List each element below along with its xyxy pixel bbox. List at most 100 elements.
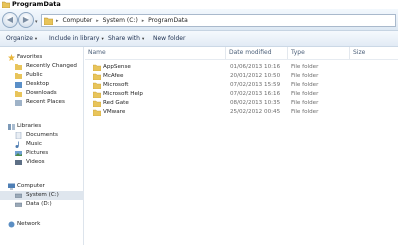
breadcrumb-computer[interactable]: Computer	[62, 17, 92, 24]
column-header-label: Name	[88, 49, 106, 56]
file-type: File folder	[291, 64, 319, 70]
sidebar-item-videos[interactable]: Videos	[0, 158, 84, 167]
table-row[interactable]: VMware 25/02/2012 00:45 File folder	[85, 108, 398, 117]
column-header-size[interactable]: Size	[350, 47, 398, 59]
folder-icon	[93, 109, 101, 116]
sidebar-item-network[interactable]: Network	[0, 220, 84, 229]
file-type: File folder	[291, 100, 319, 106]
folder-icon	[15, 64, 22, 70]
share-with-button[interactable]: Share with ▾	[108, 31, 144, 48]
folder-icon	[93, 73, 101, 80]
navigation-bar: ◀ ▶ ▾ ▸ Computer ▸ System (C:) ▸ Program…	[0, 9, 398, 31]
back-button[interactable]: ◀	[2, 12, 18, 28]
table-row[interactable]: Red Gate 08/02/2013 10:35 File folder	[85, 99, 398, 108]
star-icon	[8, 54, 15, 61]
share-with-label: Share with	[108, 35, 140, 42]
sidebar-item-recently-changed[interactable]: Recently Changed	[0, 62, 84, 71]
file-name: Red Gate	[103, 100, 129, 106]
folder-icon	[15, 73, 22, 79]
recent-pages-dropdown-icon[interactable]: ▾	[35, 19, 38, 25]
hard-drive-icon	[15, 193, 22, 198]
network-icon	[8, 221, 15, 228]
back-arrow-icon: ◀	[6, 15, 14, 24]
chevron-down-icon: ▾	[141, 37, 145, 42]
column-header-label: Size	[353, 49, 366, 56]
forward-arrow-icon: ▶	[22, 15, 30, 24]
navigation-pane: Favorites Recently Changed Public Deskto…	[0, 47, 84, 245]
include-in-library-button[interactable]: Include in library ▾	[49, 31, 104, 48]
window-title: ProgramData	[12, 0, 61, 8]
breadcrumb-programdata[interactable]: ProgramData	[148, 17, 188, 24]
sidebar-item-data-d[interactable]: Data (D:)	[0, 200, 84, 209]
sidebar-label: Recently Changed	[26, 63, 77, 69]
organize-button[interactable]: Organize ▾	[6, 31, 37, 48]
documents-icon	[15, 132, 22, 139]
file-list: Name Date modified Type Size AppSense 01…	[85, 47, 398, 245]
column-header-date-modified[interactable]: Date modified	[226, 47, 288, 59]
libraries-icon	[8, 124, 15, 130]
sidebar-item-pictures[interactable]: Pictures	[0, 149, 84, 158]
breadcrumb-separator-icon[interactable]: ▸	[96, 18, 99, 24]
table-row[interactable]: McAfee 20/01/2012 10:50 File folder	[85, 72, 398, 81]
sidebar-label: Libraries	[17, 123, 42, 129]
file-type: File folder	[291, 73, 319, 79]
folder-icon	[2, 1, 10, 8]
sidebar-label: Downloads	[26, 90, 57, 96]
sidebar-item-downloads[interactable]: Downloads	[0, 89, 84, 98]
folder-icon	[93, 91, 101, 98]
sidebar-item-computer[interactable]: Computer	[0, 182, 84, 191]
breadcrumb-separator-icon[interactable]: ▸	[56, 18, 59, 24]
table-row[interactable]: Microsoft Help 07/02/2013 16:16 File fol…	[85, 90, 398, 99]
computer-icon	[8, 183, 15, 190]
sidebar-label: Public	[26, 72, 43, 78]
folder-icon	[44, 17, 53, 25]
sidebar-item-public[interactable]: Public	[0, 71, 84, 80]
sidebar-item-recent-places[interactable]: Recent Places	[0, 98, 84, 107]
file-type: File folder	[291, 109, 319, 115]
sidebar-label: Desktop	[26, 81, 50, 87]
sidebar-item-desktop[interactable]: Desktop	[0, 80, 84, 89]
address-bar[interactable]: ▸ Computer ▸ System (C:) ▸ ProgramData	[41, 14, 396, 27]
sidebar-item-documents[interactable]: Documents	[0, 131, 84, 140]
file-name: Microsoft Help	[103, 91, 143, 97]
column-header-label: Date modified	[229, 49, 272, 56]
chevron-down-icon: ▾	[34, 37, 38, 42]
recent-places-icon	[15, 100, 22, 106]
sidebar-label: Favorites	[17, 54, 43, 60]
organize-label: Organize	[6, 35, 33, 42]
pictures-icon	[15, 151, 22, 156]
sidebar-item-system-c[interactable]: System (C:)	[0, 191, 84, 200]
file-date: 08/02/2013 10:35	[230, 100, 281, 106]
sidebar-label: Music	[26, 141, 42, 147]
header-divider	[85, 59, 398, 60]
breadcrumb: ▸ Computer ▸ System (C:) ▸ ProgramData	[56, 15, 190, 27]
downloads-folder-icon	[15, 91, 22, 97]
new-folder-label: New folder	[153, 35, 186, 42]
column-header-type[interactable]: Type	[288, 47, 350, 59]
new-folder-button[interactable]: New folder	[153, 31, 185, 47]
forward-button[interactable]: ▶	[18, 12, 34, 28]
folder-icon	[93, 64, 101, 71]
sidebar-item-favorites[interactable]: Favorites	[0, 53, 84, 62]
file-date: 20/01/2012 10:50	[230, 73, 281, 79]
file-date: 07/02/2013 16:16	[230, 91, 281, 97]
breadcrumb-system-c[interactable]: System (C:)	[103, 17, 138, 24]
sidebar-label: Network	[17, 221, 41, 227]
file-type: File folder	[291, 91, 319, 97]
command-bar: Organize ▾ Include in library ▾ Share with…	[0, 31, 398, 47]
sidebar-label: Pictures	[26, 150, 49, 156]
sidebar-item-music[interactable]: Music	[0, 140, 84, 149]
music-icon	[15, 141, 19, 148]
table-row[interactable]: Microsoft 07/02/2013 15:59 File folder	[85, 81, 398, 90]
sidebar-label: Computer	[17, 183, 45, 189]
column-header-name[interactable]: Name	[85, 47, 226, 59]
table-row[interactable]: AppSense 01/06/2013 10:16 File folder	[85, 63, 398, 72]
sidebar-label: Videos	[26, 159, 45, 165]
desktop-icon	[15, 82, 22, 88]
sidebar-item-libraries[interactable]: Libraries	[0, 122, 84, 131]
videos-icon	[15, 160, 22, 165]
file-date: 07/02/2013 15:59	[230, 82, 281, 88]
sidebar-label: System (C:)	[26, 192, 59, 198]
file-type: File folder	[291, 82, 319, 88]
breadcrumb-separator-icon[interactable]: ▸	[142, 18, 145, 24]
